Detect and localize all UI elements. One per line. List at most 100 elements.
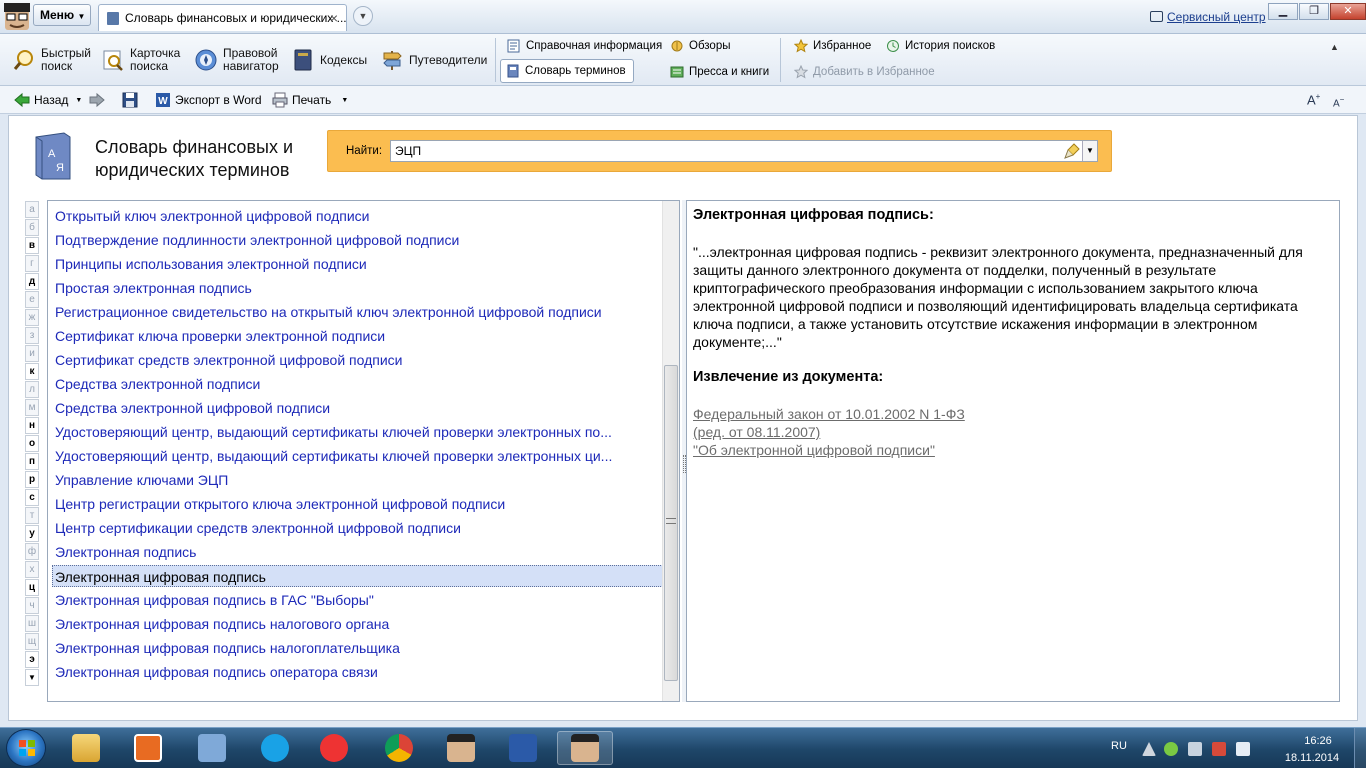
codes-button[interactable]: Кодексы	[291, 34, 367, 86]
term-list-item[interactable]: Сертификат средств электронной цифровой …	[53, 349, 658, 371]
legal-navigator-button[interactable]: Правовой навигатор	[194, 34, 279, 86]
alphabet-letter[interactable]: ш	[25, 615, 39, 632]
term-list-item[interactable]: Сертификат ключа проверки электронной по…	[53, 325, 658, 347]
alphabet-letter[interactable]: н	[25, 417, 39, 434]
term-list-item[interactable]: Регистрационное свидетельство на открыты…	[53, 301, 658, 323]
term-list-item[interactable]: Электронная цифровая подпись в ГАС "Выбо…	[53, 589, 658, 611]
forward-arrow-icon[interactable]	[89, 92, 105, 108]
term-list-item[interactable]: Центр сертификации средств электронной ц…	[53, 517, 658, 539]
taskbar-media-player[interactable]	[120, 731, 176, 765]
search-history-button[interactable]: История поисков	[886, 37, 995, 55]
alphabet-letter[interactable]: е	[25, 291, 39, 308]
tray-speaker-icon[interactable]	[1236, 742, 1250, 756]
start-button[interactable]	[6, 729, 46, 767]
alphabet-letter[interactable]: э	[25, 651, 39, 668]
alphabet-letter[interactable]: р	[25, 471, 39, 488]
alphabet-letter[interactable]: з	[25, 327, 39, 344]
taskbar-yandex-browser[interactable]	[306, 731, 362, 765]
reviews-button[interactable]: Обзоры	[670, 37, 730, 55]
alphabet-letter[interactable]: п	[25, 453, 39, 470]
term-list-item[interactable]: Электронная цифровая подпись	[52, 565, 663, 587]
tray-antivirus-icon[interactable]	[1212, 742, 1226, 756]
document-link[interactable]: Федеральный закон от 10.01.2002 N 1-ФЗ	[693, 405, 965, 423]
alphabet-letter[interactable]: ф	[25, 543, 39, 560]
save-icon[interactable]	[122, 92, 138, 108]
print-button[interactable]: Печать ▼	[272, 92, 348, 108]
export-word-button[interactable]: W Экспорт в Word	[155, 92, 262, 108]
back-button[interactable]: Назад ▼	[14, 92, 82, 108]
alphabet-letter[interactable]: х	[25, 561, 39, 578]
language-indicator[interactable]: RU	[1111, 740, 1127, 752]
term-list-item[interactable]: Подтверждение подлинности электронной ци…	[53, 229, 658, 251]
alphabet-more-icon[interactable]: ▼	[25, 669, 39, 686]
search-card-button[interactable]: Карточка поиска	[101, 34, 180, 86]
increase-font-icon[interactable]: A+	[1307, 92, 1320, 107]
alphabet-letter[interactable]: г	[25, 255, 39, 272]
document-link[interactable]: "Об электронной цифровой подписи"	[693, 441, 935, 459]
taskbar-skype[interactable]	[247, 731, 303, 765]
alphabet-letter[interactable]: б	[25, 219, 39, 236]
show-desktop-button[interactable]	[1354, 728, 1366, 768]
tray-network-icon[interactable]	[1188, 742, 1202, 756]
document-tab[interactable]: Словарь финансовых и юридических ... ×	[98, 4, 347, 31]
term-list-item[interactable]: Управление ключами ЭЦП	[53, 469, 658, 491]
decrease-font-icon[interactable]: A−	[1333, 95, 1344, 109]
clear-broom-icon[interactable]	[1064, 143, 1080, 159]
clock-date[interactable]: 18.11.2014	[1274, 752, 1350, 764]
alphabet-letter[interactable]: о	[25, 435, 39, 452]
favorites-button[interactable]: Избранное	[794, 37, 871, 55]
alphabet-letter[interactable]: у	[25, 525, 39, 542]
add-favorites-button[interactable]: Добавить в Избранное	[794, 63, 935, 81]
term-list-item[interactable]: Электронная цифровая подпись налогоплате…	[53, 637, 658, 659]
alphabet-letter[interactable]: и	[25, 345, 39, 362]
search-input[interactable]	[390, 140, 1098, 162]
alphabet-letter[interactable]: а	[25, 201, 39, 218]
alphabet-letter[interactable]: т	[25, 507, 39, 524]
menu-button[interactable]: Меню ▼	[33, 4, 91, 26]
alphabet-letter[interactable]: с	[25, 489, 39, 506]
term-list-item[interactable]: Удостоверяющий центр, выдающий сертифика…	[53, 445, 658, 467]
clock-time[interactable]: 16:26	[1288, 735, 1348, 747]
close-window-button[interactable]: ✕	[1330, 3, 1366, 20]
taskbar-volume-app[interactable]	[184, 731, 240, 765]
close-icon[interactable]: ×	[330, 5, 338, 31]
term-list-item[interactable]: Простая электронная подпись	[53, 277, 658, 299]
tab-list-dropdown-button[interactable]: ▼	[353, 6, 373, 26]
term-list-item[interactable]: Центр регистрации открытого ключа электр…	[53, 493, 658, 515]
ribbon-collapse-icon[interactable]: ▲	[1330, 42, 1344, 52]
alphabet-letter[interactable]: щ	[25, 633, 39, 650]
term-list-item[interactable]: Удостоверяющий центр, выдающий сертифика…	[53, 421, 658, 443]
alphabet-letter[interactable]: л	[25, 381, 39, 398]
term-list-item[interactable]: Электронная подпись	[53, 541, 658, 563]
minimize-button[interactable]: ▁	[1268, 3, 1298, 20]
alphabet-letter[interactable]: д	[25, 273, 39, 290]
taskbar-word[interactable]	[495, 731, 551, 765]
alphabet-letter[interactable]: в	[25, 237, 39, 254]
consultant-logo-icon[interactable]	[2, 1, 32, 31]
alphabet-letter[interactable]: ч	[25, 597, 39, 614]
reference-info-button[interactable]: Справочная информация	[507, 37, 662, 55]
alphabet-letter[interactable]: к	[25, 363, 39, 380]
taskbar-chrome[interactable]	[371, 731, 427, 765]
guides-button[interactable]: Путеводители	[380, 34, 487, 86]
restore-button[interactable]: ❐	[1299, 3, 1329, 20]
taskbar-explorer[interactable]	[58, 731, 114, 765]
quick-search-button[interactable]: Быстрый поиск	[12, 34, 91, 86]
search-history-dropdown[interactable]: ▼	[1082, 141, 1097, 161]
taskbar-consultant-plus-active[interactable]	[557, 731, 613, 765]
tray-plus-icon[interactable]	[1164, 742, 1178, 756]
term-list-item[interactable]: Электронная цифровая подпись оператора с…	[53, 661, 658, 683]
alphabet-letter[interactable]: ж	[25, 309, 39, 326]
term-list-item[interactable]: Средства электронной цифровой подписи	[53, 397, 658, 419]
term-list-item[interactable]: Принципы использования электронной подпи…	[53, 253, 658, 275]
press-books-button[interactable]: Пресса и книги	[670, 63, 769, 81]
alphabet-letter[interactable]: ц	[25, 579, 39, 596]
alphabet-letter[interactable]: м	[25, 399, 39, 416]
dictionary-button[interactable]: Словарь терминов	[500, 59, 634, 83]
term-list-item[interactable]: Средства электронной подписи	[53, 373, 658, 395]
term-list-item[interactable]: Открытый ключ электронной цифровой подпи…	[53, 205, 658, 227]
taskbar-consultant-plus[interactable]	[433, 731, 489, 765]
term-list-item[interactable]: Электронная цифровая подпись налогового …	[53, 613, 658, 635]
service-center-link[interactable]: Сервисный центр	[1150, 10, 1266, 24]
document-link[interactable]: (ред. от 08.11.2007)	[693, 423, 820, 441]
